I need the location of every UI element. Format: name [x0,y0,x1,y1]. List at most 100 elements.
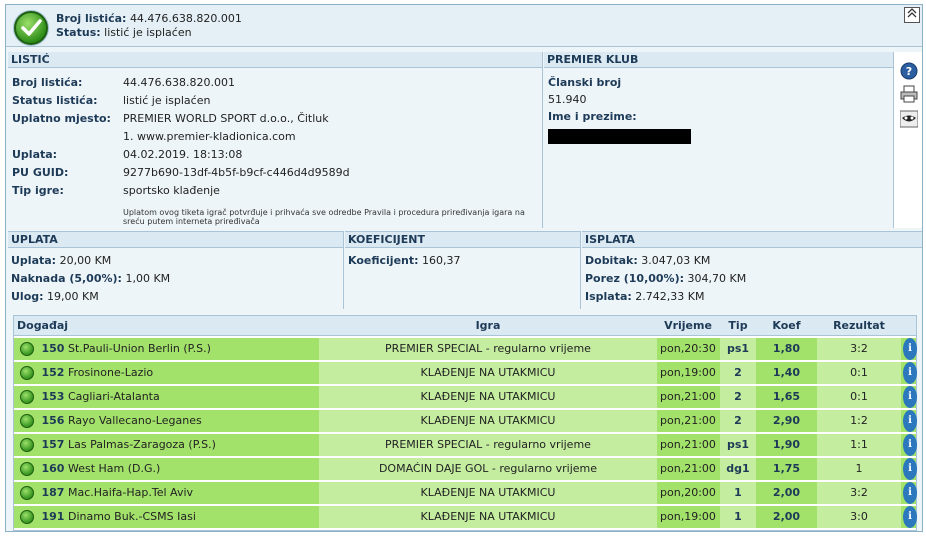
bet-type: KLAĐENJE NA UTAKMICU [319,506,657,528]
isplata-value: 2.742,33 KM [635,290,705,303]
match-time: pon,20:00 [657,482,719,504]
bet-type: PREMIER SPECIAL - regularno vrijeme [319,338,657,360]
info-icon[interactable]: i [902,458,920,480]
event-number: 160 [41,462,65,475]
bet-type: KLAĐENJE NA UTAKMICU [319,410,657,432]
isplata-section: ISPLATA Dobitak: 3.047,03 KM Porez (10,0… [582,231,922,309]
help-icon[interactable]: ? [900,62,918,80]
isplata-title: ISPLATA [582,232,922,248]
table-row: 191 Dinamo Buk.-CSMS Iasi KLAĐENJE NA UTA… [14,506,917,528]
table-row: 156 Rayo Vallecano-Leganes KLAĐENJE NA UT… [14,410,917,432]
listic-value: PREMIER WORLD SPORT d.o.o., Čitluk [123,112,329,125]
listic-labels: Broj listića: Status listića: Uplatno mj… [12,74,111,200]
naknada-label: Naknada (5,00%): [11,272,122,285]
tip: 2 [720,410,756,432]
dobitak-value: 3.047,03 KM [641,254,711,267]
match-name: West Ham (D.G.) [67,462,161,475]
koeficijent-title: KOEFICIJENT [345,232,580,248]
premier-title: PREMIER KLUB [544,52,893,68]
match-cell: 160 West Ham (D.G.) [38,458,318,480]
tip: 1 [720,482,756,504]
match-time: pon,20:30 [657,338,719,360]
redacted-name [548,129,691,144]
listic-value: 1. www.premier-kladionica.com [123,130,296,143]
match-time: pon,19:00 [657,506,719,528]
info-icon[interactable]: i [902,386,920,408]
koeficijent-body: Koeficijent: 160,37 [345,248,580,274]
match-name: Mac.Haifa-Hap.Tel Aviv [67,486,194,499]
info-icon[interactable]: i [902,482,920,504]
listic-values: 44.476.638.820.001 listić je isplaćen PR… [123,74,350,200]
koef: 1,40 [757,362,816,384]
status-value: listić je isplaćen [104,26,192,39]
match-cell: 156 Rayo Vallecano-Leganes [38,410,318,432]
ticket-number-value: 44.476.638.820.001 [129,12,242,25]
koeficijent-section: KOEFICIJENT Koeficijent: 160,37 [345,231,581,309]
print-icon[interactable] [900,85,918,103]
chevron-up-icon [907,8,917,18]
uplata-section: UPLATA Uplata: 20,00 KM Naknada (5,00%):… [8,231,344,309]
tip: ps1 [720,338,756,360]
isplata-label: Isplata: [585,290,632,303]
col-igra: Igra [475,319,501,332]
events-rows: 150 St.Pauli-Union Berlin (P.S.) PREMIER … [14,338,917,528]
match-cell: 187 Mac.Haifa-Hap.Tel Aviv [38,482,318,504]
event-number: 150 [41,342,65,355]
info-icon[interactable]: i [902,434,920,456]
uplata-label: Uplata: [11,254,57,267]
listic-label: PU GUID: [12,166,69,179]
listic-value: listić je isplaćen [123,94,211,107]
premier-club-section: PREMIER KLUB Članski broj 51.940 Ime i p… [544,52,893,228]
result: 1:2 [817,410,901,432]
events-header: Događaj Igra Vrijeme Tip Koef Rezultat [14,316,916,336]
isplata-body: Dobitak: 3.047,03 KM Porez (10,00%): 304… [582,248,922,310]
table-row: 150 St.Pauli-Union Berlin (P.S.) PREMIER … [14,338,917,360]
ticket-header: Broj listića: 44.476.638.820.001 Status:… [6,5,922,47]
info-icon[interactable]: i [902,338,920,360]
event-number: 156 [41,414,65,427]
won-check-icon [18,362,36,384]
event-number: 152 [41,366,65,379]
listic-value: 9277b690-13df-4b5f-b9cf-c446d4d9589d [123,166,350,179]
table-row: 160 West Ham (D.G.) DOMAĆIN DAJE GOL - re… [14,458,917,480]
listic-section: LISTIĆ Broj listića: Status listića: Upl… [8,52,543,228]
table-row: 153 Cagliari-Atalanta KLAĐENJE NA UTAKMIC… [14,386,917,408]
info-icon[interactable]: i [902,506,920,528]
koef: 1,65 [757,386,816,408]
tool-column: ? [893,52,922,228]
bet-type: DOMAĆIN DAJE GOL - regularno vrijeme [319,458,657,480]
col-dogadaj: Događaj [17,319,69,332]
match-name: Dinamo Buk.-CSMS Iasi [67,510,196,523]
svg-text:?: ? [906,65,912,78]
won-check-icon [18,386,36,408]
koef: 2,00 [757,482,816,504]
bet-type: KLAĐENJE NA UTAKMICU [319,362,657,384]
dobitak-label: Dobitak: [585,254,638,267]
naknada-value: 1,00 KM [125,272,171,285]
listic-label: Status listića: [12,94,98,107]
listic-label: Uplata: [12,148,58,161]
mask-icon[interactable] [899,110,919,128]
match-time: pon,21:00 [657,458,719,480]
won-check-icon [18,434,36,456]
table-row: 187 Mac.Haifa-Hap.Tel Aviv KLAĐENJE NA UT… [14,482,917,504]
match-name: Las Palmas-Zaragoza (P.S.) [67,438,216,451]
listic-value: 44.476.638.820.001 [123,76,235,89]
match-cell: 152 Frosinone-Lazio [38,362,318,384]
bet-type: KLAĐENJE NA UTAKMICU [319,482,657,504]
koef: 1,75 [757,458,816,480]
match-name: Cagliari-Atalanta [67,390,160,403]
won-check-icon [18,338,36,360]
tip: ps1 [720,434,756,456]
paid-check-icon [14,11,48,45]
won-check-icon [18,458,36,480]
info-icon[interactable]: i [902,410,920,432]
collapse-button[interactable] [904,7,920,23]
table-row: 152 Frosinone-Lazio KLAĐENJE NA UTAKMICU p… [14,362,917,384]
ticket-summary: Broj listića: 44.476.638.820.001 Status:… [56,12,242,40]
info-icon[interactable]: i [902,362,920,384]
koeficijent-value: 160,37 [422,254,461,267]
uplata-value: 20,00 KM [59,254,112,267]
table-row: 157 Las Palmas-Zaragoza (P.S.) PREMIER SP… [14,434,917,456]
col-koef: Koef [772,319,801,332]
